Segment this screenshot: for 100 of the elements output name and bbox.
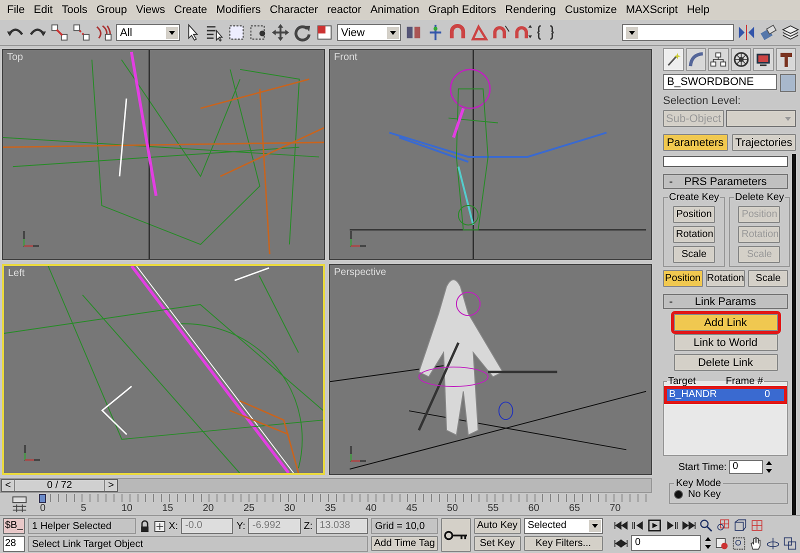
radio-dot[interactable] <box>674 490 683 499</box>
key-mode-toggle-icon[interactable] <box>614 536 628 550</box>
menu-item[interactable]: Animation <box>366 4 424 16</box>
object-color-swatch[interactable] <box>780 74 796 92</box>
axis-tripod-icon <box>21 229 41 249</box>
previous-frame-icon[interactable] <box>631 519 645 532</box>
start-time-field[interactable]: 0 <box>728 460 763 474</box>
menu-item[interactable]: reactor <box>323 4 366 16</box>
key-filter-set-dropdown[interactable]: Selected <box>524 518 603 534</box>
menu-item[interactable]: Tools <box>58 4 92 16</box>
display-monitor-icon[interactable] <box>753 48 774 71</box>
link-button[interactable]: Link to World <box>674 334 778 351</box>
rollout-header[interactable]: - PRS Parameters <box>663 174 788 189</box>
menu-item[interactable]: Edit <box>30 4 57 16</box>
selection-filter-dropdown[interactable]: All <box>116 24 180 41</box>
rollout-header[interactable]: - Link Params <box>663 294 788 309</box>
create-wand-icon[interactable] <box>663 48 684 71</box>
time-slider-thumb[interactable]: < 0 / 72 > <box>1 479 118 492</box>
zoom-extents-all-icon[interactable] <box>750 519 764 532</box>
menu-item[interactable]: Character <box>266 4 322 16</box>
collapse-sign[interactable]: - <box>664 296 678 308</box>
key-mode-radio[interactable]: No Key <box>674 489 783 500</box>
align-icon[interactable] <box>759 23 778 42</box>
auto-key-button[interactable]: Auto Key <box>474 518 521 534</box>
named-selection-dropdown[interactable] <box>622 24 734 41</box>
absolute-mode-icon[interactable] <box>154 520 166 532</box>
link-icon[interactable] <box>50 23 69 42</box>
zoom-extents-icon[interactable] <box>733 519 747 532</box>
rotate-icon[interactable] <box>293 23 312 42</box>
spinner-arrows-icon[interactable] <box>764 459 773 475</box>
track-bar[interactable]: 0 5 10 15 20 25 30 35 40 45 50 55 60 65 70 <box>39 494 650 514</box>
move-icon[interactable] <box>271 23 290 42</box>
orbit-icon[interactable] <box>766 536 780 550</box>
y-label: Y: <box>236 520 246 532</box>
menu-item[interactable]: Views <box>132 4 170 16</box>
link-list-row[interactable]: B_HANDR 0 <box>667 389 784 401</box>
x-label: X: <box>168 520 178 532</box>
play-icon[interactable] <box>648 519 662 532</box>
key-filters-button[interactable]: Key Filters... <box>524 536 603 551</box>
zoom-all-icon[interactable] <box>716 519 730 532</box>
frame-position-text: 0 / 72 <box>14 480 105 491</box>
unlink-icon[interactable] <box>72 23 91 42</box>
window-crossing-icon[interactable] <box>249 23 268 42</box>
menu-item[interactable]: Create <box>170 4 212 16</box>
key-button[interactable]: Position <box>673 206 716 223</box>
link-button[interactable]: Delete Link <box>674 354 778 371</box>
menu-item[interactable]: Customize <box>560 4 621 16</box>
bind-icon[interactable] <box>94 23 113 42</box>
curve-editor-icon[interactable] <box>10 494 29 514</box>
menu-item[interactable]: Group <box>92 4 131 16</box>
layers-icon[interactable] <box>781 23 800 42</box>
maxscript-listener-field[interactable]: $B_ <box>3 518 25 534</box>
time-cursor[interactable] <box>39 494 46 503</box>
motion-wheel-icon[interactable] <box>730 48 751 71</box>
prs-tab[interactable]: Scale <box>748 270 788 287</box>
key-button[interactable]: Rotation <box>673 226 716 243</box>
next-frame-icon[interactable] <box>665 519 679 532</box>
mode-tab[interactable]: Trajectories <box>732 134 796 151</box>
select-by-name-icon[interactable] <box>205 23 224 42</box>
go-to-end-icon[interactable] <box>682 519 696 532</box>
script-line-field[interactable]: 28 <box>3 536 25 552</box>
menu-item[interactable]: Help <box>682 4 714 16</box>
hierarchy-icon[interactable] <box>708 48 728 71</box>
region-zoom-icon[interactable] <box>732 536 746 550</box>
mirror-icon[interactable] <box>737 23 756 42</box>
menu-item[interactable]: MAXScript <box>622 4 682 16</box>
previous-frame-button[interactable]: < <box>2 480 14 491</box>
rollout-title: PRS Parameters <box>683 176 768 188</box>
collapse-sign[interactable]: - <box>664 176 678 188</box>
prs-tab[interactable]: Position <box>663 270 703 287</box>
add-time-tag-button[interactable]: Add Time Tag <box>371 536 438 551</box>
next-frame-button[interactable]: > <box>105 480 117 491</box>
menu-item[interactable]: Modifiers <box>212 4 265 16</box>
set-key-button[interactable]: Set Key <box>474 536 521 551</box>
reference-coordinate-dropdown[interactable]: View <box>337 24 401 41</box>
set-key-button[interactable] <box>440 518 471 552</box>
spinner-arrows-icon[interactable] <box>704 535 712 551</box>
rectangle-region-icon[interactable] <box>227 23 246 42</box>
maximize-viewport-icon[interactable] <box>783 536 797 550</box>
angle-snap-icon[interactable] <box>470 23 489 42</box>
horizontal-scrollbar[interactable] <box>663 156 788 167</box>
menu-item[interactable]: File <box>3 4 29 16</box>
key-button[interactable]: Scale <box>673 246 716 263</box>
sub-object-dropdown[interactable] <box>726 110 796 127</box>
modify-arc-icon[interactable] <box>686 48 706 71</box>
panel-scrollbar[interactable] <box>792 154 796 515</box>
mode-tab[interactable]: Parameters <box>663 134 728 151</box>
go-to-start-icon[interactable] <box>614 519 628 532</box>
object-name-field[interactable]: B_SWORDBONE <box>663 74 777 90</box>
prs-tab[interactable]: Rotation <box>706 270 746 287</box>
menu-item[interactable]: Rendering <box>501 4 560 16</box>
hammer-icon[interactable] <box>776 48 796 71</box>
named-selection-icon[interactable] <box>536 23 555 42</box>
menu-item[interactable]: Graph Editors <box>424 4 500 16</box>
scale-icon[interactable] <box>315 23 334 42</box>
time-configuration-icon[interactable] <box>715 536 729 550</box>
lock-icon[interactable] <box>139 520 152 532</box>
zoom-icon[interactable] <box>699 519 713 532</box>
pan-hand-icon[interactable] <box>749 536 763 550</box>
current-frame-field[interactable]: 0 <box>631 535 701 551</box>
